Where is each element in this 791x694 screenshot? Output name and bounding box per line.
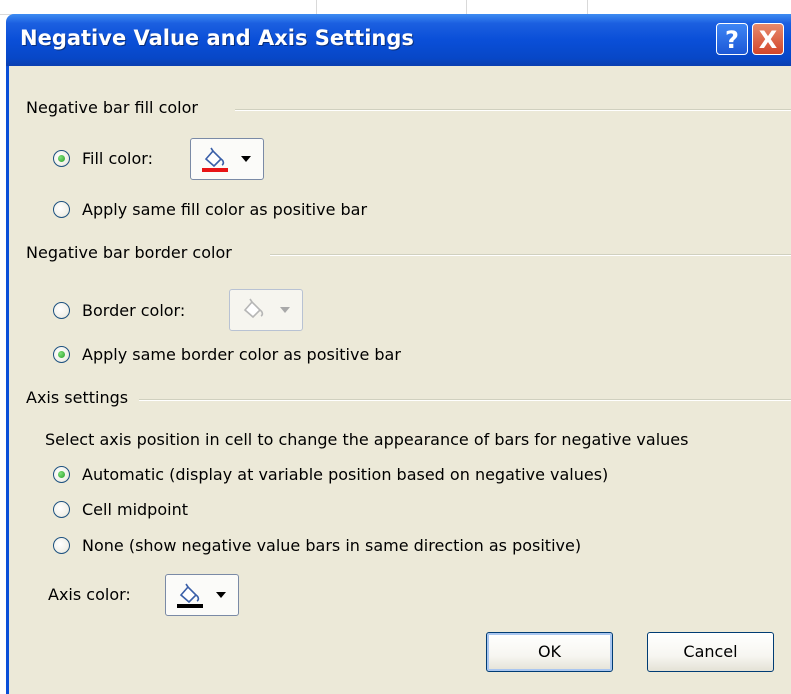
border-color-option[interactable]: Border color:: [53, 301, 185, 320]
axis-color-picker[interactable]: [165, 574, 239, 616]
help-button[interactable]: ?: [716, 23, 748, 55]
group-divider: [235, 109, 791, 111]
ok-button[interactable]: OK: [486, 632, 613, 672]
fill-color-option[interactable]: Fill color:: [53, 149, 153, 168]
paint-bucket-icon: [243, 298, 264, 319]
border-color-picker: [229, 289, 303, 331]
axis-automatic-label: Automatic (display at variable position …: [82, 465, 609, 484]
dialog-title: Negative Value and Axis Settings: [20, 26, 414, 50]
same-fill-radio[interactable]: [53, 201, 70, 218]
fill-group-label: Negative bar fill color: [26, 98, 206, 117]
axis-color-swatch: [177, 604, 203, 608]
cancel-button[interactable]: Cancel: [647, 632, 774, 672]
help-icon: ?: [725, 26, 739, 54]
axis-description: Select axis position in cell to change t…: [45, 430, 689, 449]
border-group-label: Negative bar border color: [26, 243, 240, 262]
same-fill-option[interactable]: Apply same fill color as positive bar: [53, 200, 367, 219]
axis-midpoint-label: Cell midpoint: [82, 500, 188, 519]
fill-color-swatch: [202, 168, 228, 172]
paint-bucket-icon: [202, 147, 228, 172]
same-border-radio[interactable]: [53, 346, 70, 363]
axis-group-label: Axis settings: [26, 388, 137, 407]
grid-line: [587, 0, 588, 14]
axis-none-option[interactable]: None (show negative value bars in same d…: [53, 536, 581, 555]
axis-automatic-option[interactable]: Automatic (display at variable position …: [53, 465, 608, 484]
chevron-down-icon: [216, 592, 226, 598]
spreadsheet-background: [0, 0, 791, 15]
border-color-label: Border color:: [82, 301, 186, 320]
axis-automatic-radio[interactable]: [53, 466, 70, 483]
group-divider: [139, 399, 791, 401]
fill-color-label: Fill color:: [82, 149, 153, 168]
negative-value-axis-settings-dialog: Negative Value and Axis Settings ? X Neg…: [6, 14, 791, 694]
axis-color-label: Axis color:: [48, 585, 131, 604]
border-color-radio[interactable]: [53, 302, 70, 319]
same-border-option[interactable]: Apply same border color as positive bar: [53, 345, 401, 364]
close-button[interactable]: X: [752, 23, 784, 55]
axis-midpoint-radio[interactable]: [53, 501, 70, 518]
dialog-body: Negative bar fill color Fill color: Appl…: [6, 66, 791, 694]
paint-bucket-icon: [177, 583, 203, 608]
close-icon: X: [758, 26, 778, 54]
chevron-down-icon: [280, 307, 290, 313]
fill-color-picker[interactable]: [190, 138, 264, 180]
same-border-label: Apply same border color as positive bar: [82, 345, 401, 364]
chevron-down-icon: [241, 156, 251, 162]
axis-midpoint-option[interactable]: Cell midpoint: [53, 500, 188, 519]
group-divider: [270, 254, 791, 256]
grid-line: [316, 0, 317, 14]
fill-color-radio[interactable]: [53, 150, 70, 167]
title-bar[interactable]: Negative Value and Axis Settings ? X: [6, 14, 791, 66]
axis-none-radio[interactable]: [53, 537, 70, 554]
same-fill-label: Apply same fill color as positive bar: [82, 200, 368, 219]
axis-none-label: None (show negative value bars in same d…: [82, 536, 582, 555]
grid-line: [466, 0, 467, 14]
